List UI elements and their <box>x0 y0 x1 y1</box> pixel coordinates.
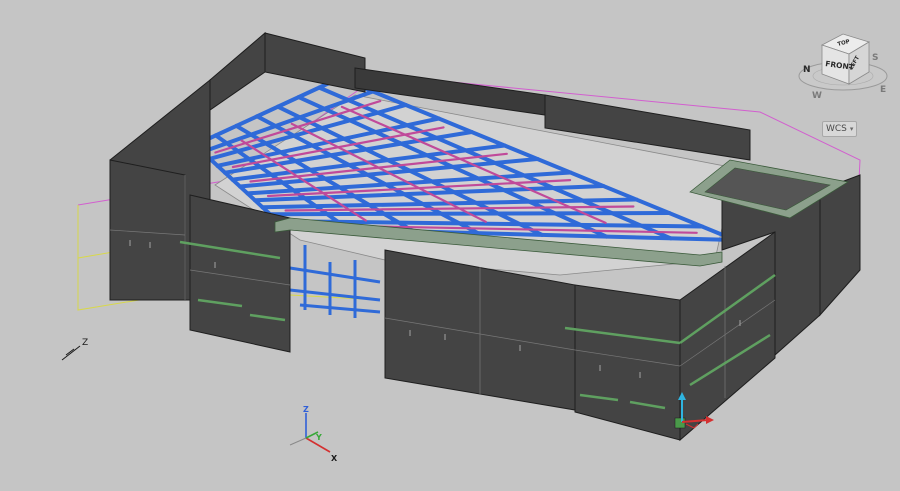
wall-back-left-tall <box>264 32 366 93</box>
wcs-label: WCS <box>826 124 847 134</box>
wall-front-right <box>574 284 681 441</box>
ucs-z-label: Z <box>303 405 309 414</box>
ucs-y-label: Y <box>315 433 322 442</box>
z-direction-marker: Z <box>61 338 88 361</box>
z-direction-label: Z <box>82 338 88 348</box>
wall-left-wing <box>189 194 291 353</box>
model-scene[interactable]: Z Z Y X FRONT TOP LEFT N W E S <box>0 0 900 491</box>
compass-east-label[interactable]: E <box>880 85 886 95</box>
wall-left-upper <box>209 31 266 111</box>
compass-south-label[interactable]: S <box>872 53 878 63</box>
wall-left-front <box>109 159 186 301</box>
compass-west-label[interactable]: W <box>812 91 822 101</box>
ucs-x-label: X <box>331 454 338 463</box>
viewcube[interactable]: FRONT TOP LEFT N W E S <box>798 33 888 101</box>
wcs-menu-button[interactable]: WCS ▾ <box>822 121 858 137</box>
chevron-down-icon: ▾ <box>849 125 854 133</box>
ucs-icon[interactable]: Z Y X <box>289 405 338 463</box>
cad-3d-viewport[interactable]: Z Z Y X FRONT TOP LEFT N W E S WCS ▾ <box>0 0 900 491</box>
compass-north-label[interactable]: N <box>803 65 811 75</box>
